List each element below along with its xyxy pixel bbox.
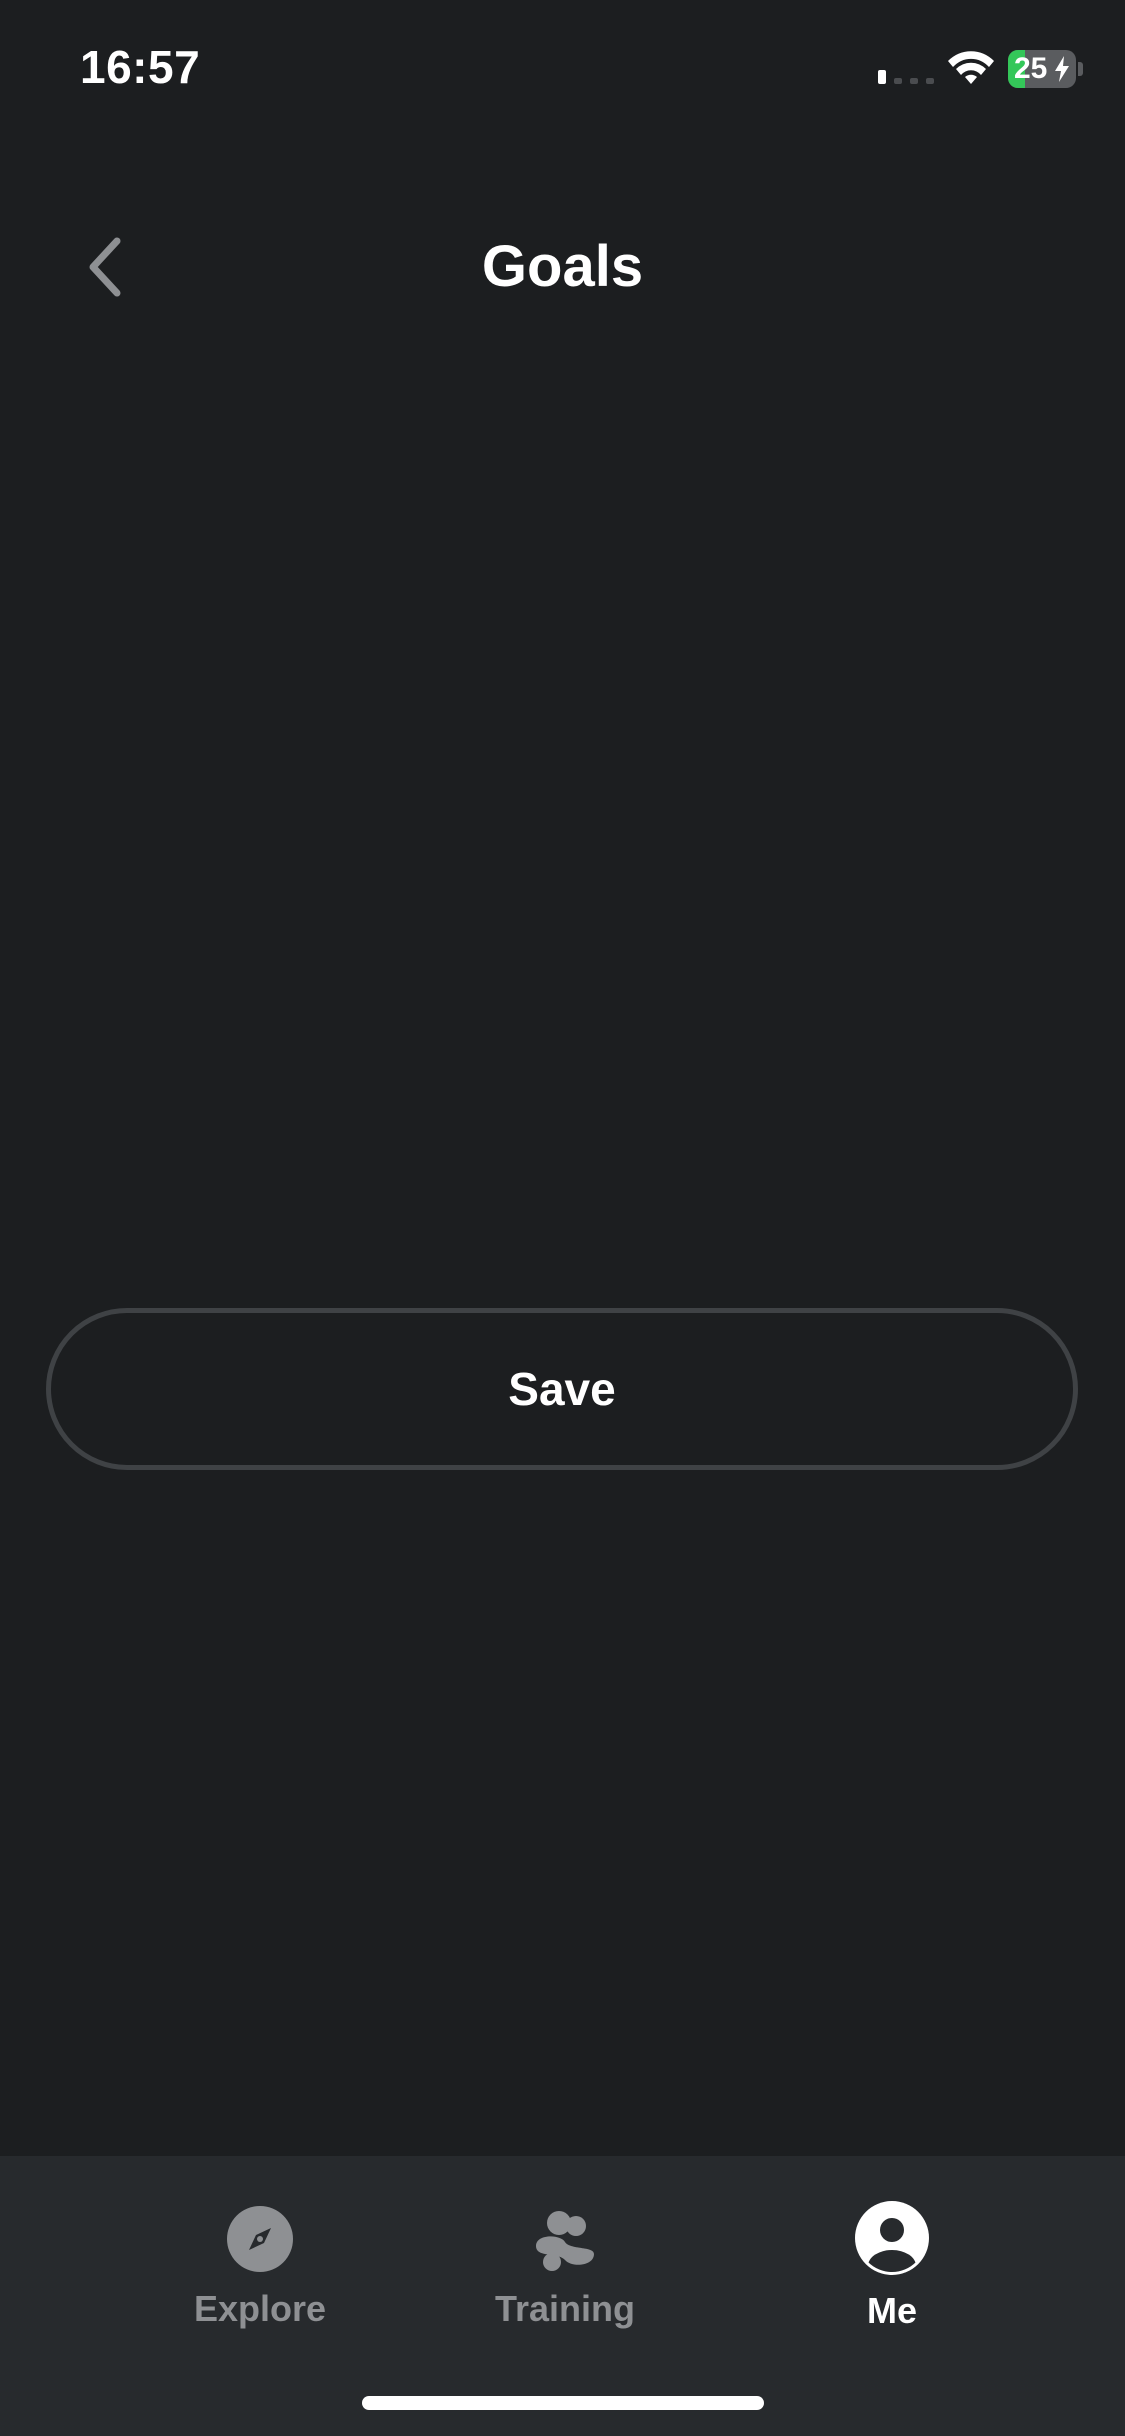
tab-explore[interactable]: Explore [130, 2204, 390, 2354]
status-time: 16:57 [80, 41, 201, 93]
compass-icon [227, 2206, 293, 2272]
home-indicator[interactable] [362, 2396, 764, 2410]
battery-icon: 25 [1008, 50, 1076, 88]
status-bar: 16:57 25 [0, 0, 1125, 140]
tab-me[interactable]: Me [762, 2201, 1022, 2354]
training-icon [536, 2211, 594, 2271]
tab-explore-label: Explore [193, 2288, 327, 2329]
page-title: Goals [481, 234, 644, 299]
charging-bolt-icon [1055, 56, 1069, 82]
tab-training[interactable]: Training [435, 2204, 695, 2354]
tab-me-label: Me [866, 2290, 917, 2331]
battery-cap [1078, 62, 1083, 76]
wifi-icon [948, 51, 994, 84]
save-button[interactable]: Save [46, 1308, 1078, 1470]
tab-bar: Explore Training Me [0, 2156, 1125, 2436]
chevron-left-icon [89, 237, 121, 297]
cellular-signal-icon [878, 62, 940, 84]
back-button[interactable] [70, 230, 140, 304]
tab-training-label: Training [494, 2288, 635, 2329]
navigation-header: Goals [0, 200, 1125, 334]
goals-screen: 16:57 25 Goals Save Explore Training Me [0, 0, 1125, 2436]
profile-icon [855, 2201, 929, 2275]
